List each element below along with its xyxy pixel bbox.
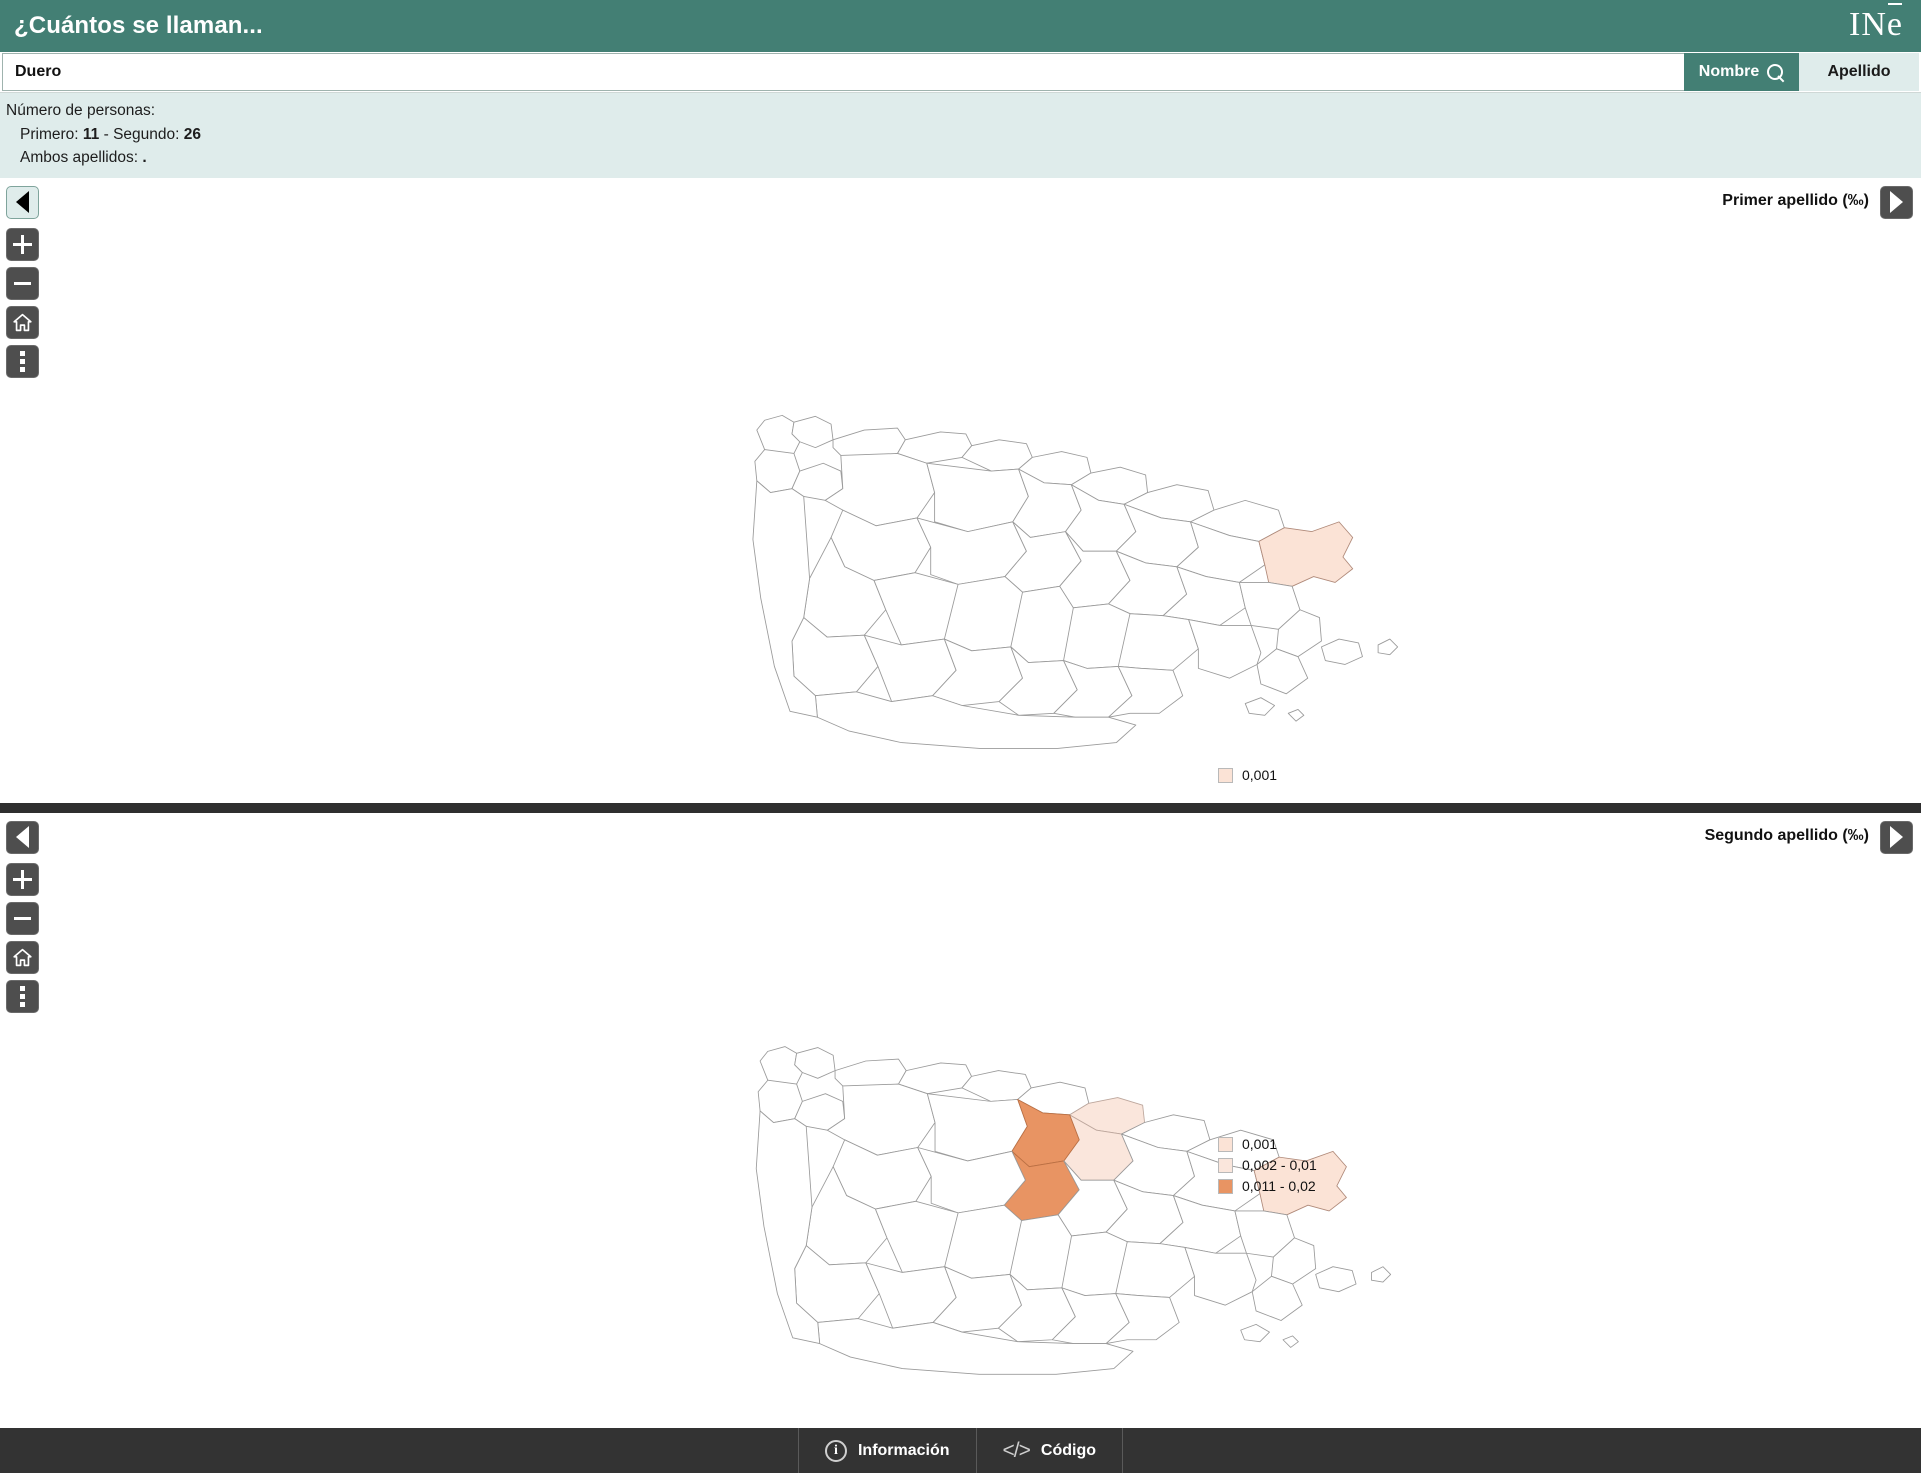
info-personas-label: Número de personas:	[6, 102, 156, 119]
info-ambos-value: .	[142, 149, 147, 167]
tab-apellido[interactable]: Apellido	[1799, 53, 1919, 91]
legend-item: 0,001	[1218, 1136, 1317, 1153]
legend-label: 0,001	[1242, 1136, 1278, 1153]
info-panel: Número de personas: Primero: 11 - Segund…	[0, 93, 1921, 178]
code-icon: </>	[1002, 1439, 1031, 1462]
map2-more-options-button[interactable]	[6, 979, 39, 1013]
logo-e-text: e	[1886, 6, 1903, 43]
logo-in-text: IN	[1849, 6, 1887, 43]
vertical-dots-icon	[20, 350, 25, 372]
legend-swatch	[1218, 1136, 1233, 1152]
legend-item: 0,011 - 0,02	[1218, 1178, 1317, 1195]
info-primero-value: 11	[82, 125, 100, 143]
map1-zoom-out-button[interactable]	[6, 266, 39, 300]
arrow-right-icon	[1890, 191, 1903, 214]
map1-title: Primer apellido (‰)	[1722, 191, 1869, 209]
search-icon	[1767, 63, 1784, 81]
info-primero-label: Primero:	[20, 125, 79, 143]
ine-logo: INe	[1849, 8, 1903, 42]
map2-home-button[interactable]	[6, 940, 39, 974]
page-title: ¿Cuántos se llaman...	[14, 12, 263, 39]
map-panel-primer-apellido: Primer apellido (‰) 0,001	[0, 177, 1921, 803]
map2-zoom-in-button[interactable]	[6, 862, 39, 896]
informacion-button[interactable]: i Información	[797, 1428, 976, 1473]
legend-swatch	[1218, 767, 1233, 783]
map-panel-segundo-apellido: Segundo apellido (‰) 0,001 0,002 - 0,01 …	[0, 802, 1921, 1429]
search-input[interactable]	[3, 54, 1684, 90]
map2-next-button[interactable]	[1880, 820, 1913, 854]
legend-item: 0,001	[1218, 767, 1278, 784]
search-bar: Nombre Apellido	[0, 52, 1921, 93]
plus-icon	[13, 234, 32, 254]
map2-title: Segundo apellido (‰)	[1704, 826, 1869, 844]
legend-swatch	[1218, 1178, 1233, 1194]
minus-icon	[14, 916, 31, 920]
app-root: ¿Cuántos se llaman... INe Nombre Apellid…	[0, 0, 1921, 1473]
search-input-wrapper[interactable]	[2, 53, 1684, 91]
app-header: ¿Cuántos se llaman... INe	[0, 0, 1921, 52]
info-separator: -	[103, 125, 109, 143]
app-footer: i Información </> Código	[0, 1428, 1921, 1473]
map2-legend: 0,001 0,002 - 0,01 0,011 - 0,02	[1218, 1136, 1317, 1195]
map1-svg	[752, 414, 1399, 749]
tab-nombre[interactable]: Nombre	[1684, 53, 1799, 91]
map2-zoom-out-button[interactable]	[6, 901, 39, 935]
info-ambos-label: Ambos apellidos:	[20, 149, 139, 167]
map2-controls	[6, 862, 39, 1013]
map1-more-options-button[interactable]	[6, 344, 39, 378]
legend-label: 0,001	[1242, 767, 1278, 784]
arrow-right-icon	[1890, 826, 1903, 849]
home-icon	[13, 313, 32, 331]
map1-zoom-in-button[interactable]	[6, 227, 39, 261]
map2-svg	[755, 1045, 1392, 1375]
arrow-left-icon	[16, 826, 29, 849]
map1-prev-button[interactable]	[6, 185, 39, 219]
map2-figure[interactable]	[0, 813, 1921, 1428]
tab-nombre-label: Nombre	[1698, 63, 1760, 80]
maps-container: Primer apellido (‰) 0,001 Segundo apelli…	[0, 177, 1921, 1429]
map1-home-button[interactable]	[6, 305, 39, 339]
info-primero-row: Primero: 11 - Segundo: 26	[6, 123, 1921, 147]
info-segundo-value: 26	[183, 125, 202, 143]
codigo-button[interactable]: </> Código	[975, 1428, 1124, 1473]
minus-icon	[14, 281, 31, 285]
informacion-label: Información	[857, 1441, 950, 1459]
map2-prev-button[interactable]	[6, 820, 39, 854]
info-ambos-row: Ambos apellidos: .	[6, 146, 1921, 170]
legend-item: 0,002 - 0,01	[1218, 1157, 1317, 1174]
legend-label: 0,002 - 0,01	[1242, 1157, 1317, 1174]
info-icon: i	[824, 1439, 847, 1462]
vertical-dots-icon	[20, 985, 25, 1007]
map1-next-button[interactable]	[1880, 185, 1913, 219]
map1-controls	[6, 227, 39, 378]
tab-apellido-label: Apellido	[1827, 63, 1891, 80]
codigo-label: Código	[1040, 1441, 1097, 1459]
home-icon	[13, 948, 32, 967]
map1-figure[interactable]	[0, 178, 1921, 803]
arrow-left-icon	[16, 191, 29, 214]
legend-label: 0,011 - 0,02	[1242, 1178, 1316, 1195]
plus-icon	[13, 869, 32, 889]
map1-legend: 0,001	[1218, 767, 1278, 784]
legend-swatch	[1218, 1157, 1233, 1173]
info-segundo-label: Segundo:	[113, 125, 180, 143]
